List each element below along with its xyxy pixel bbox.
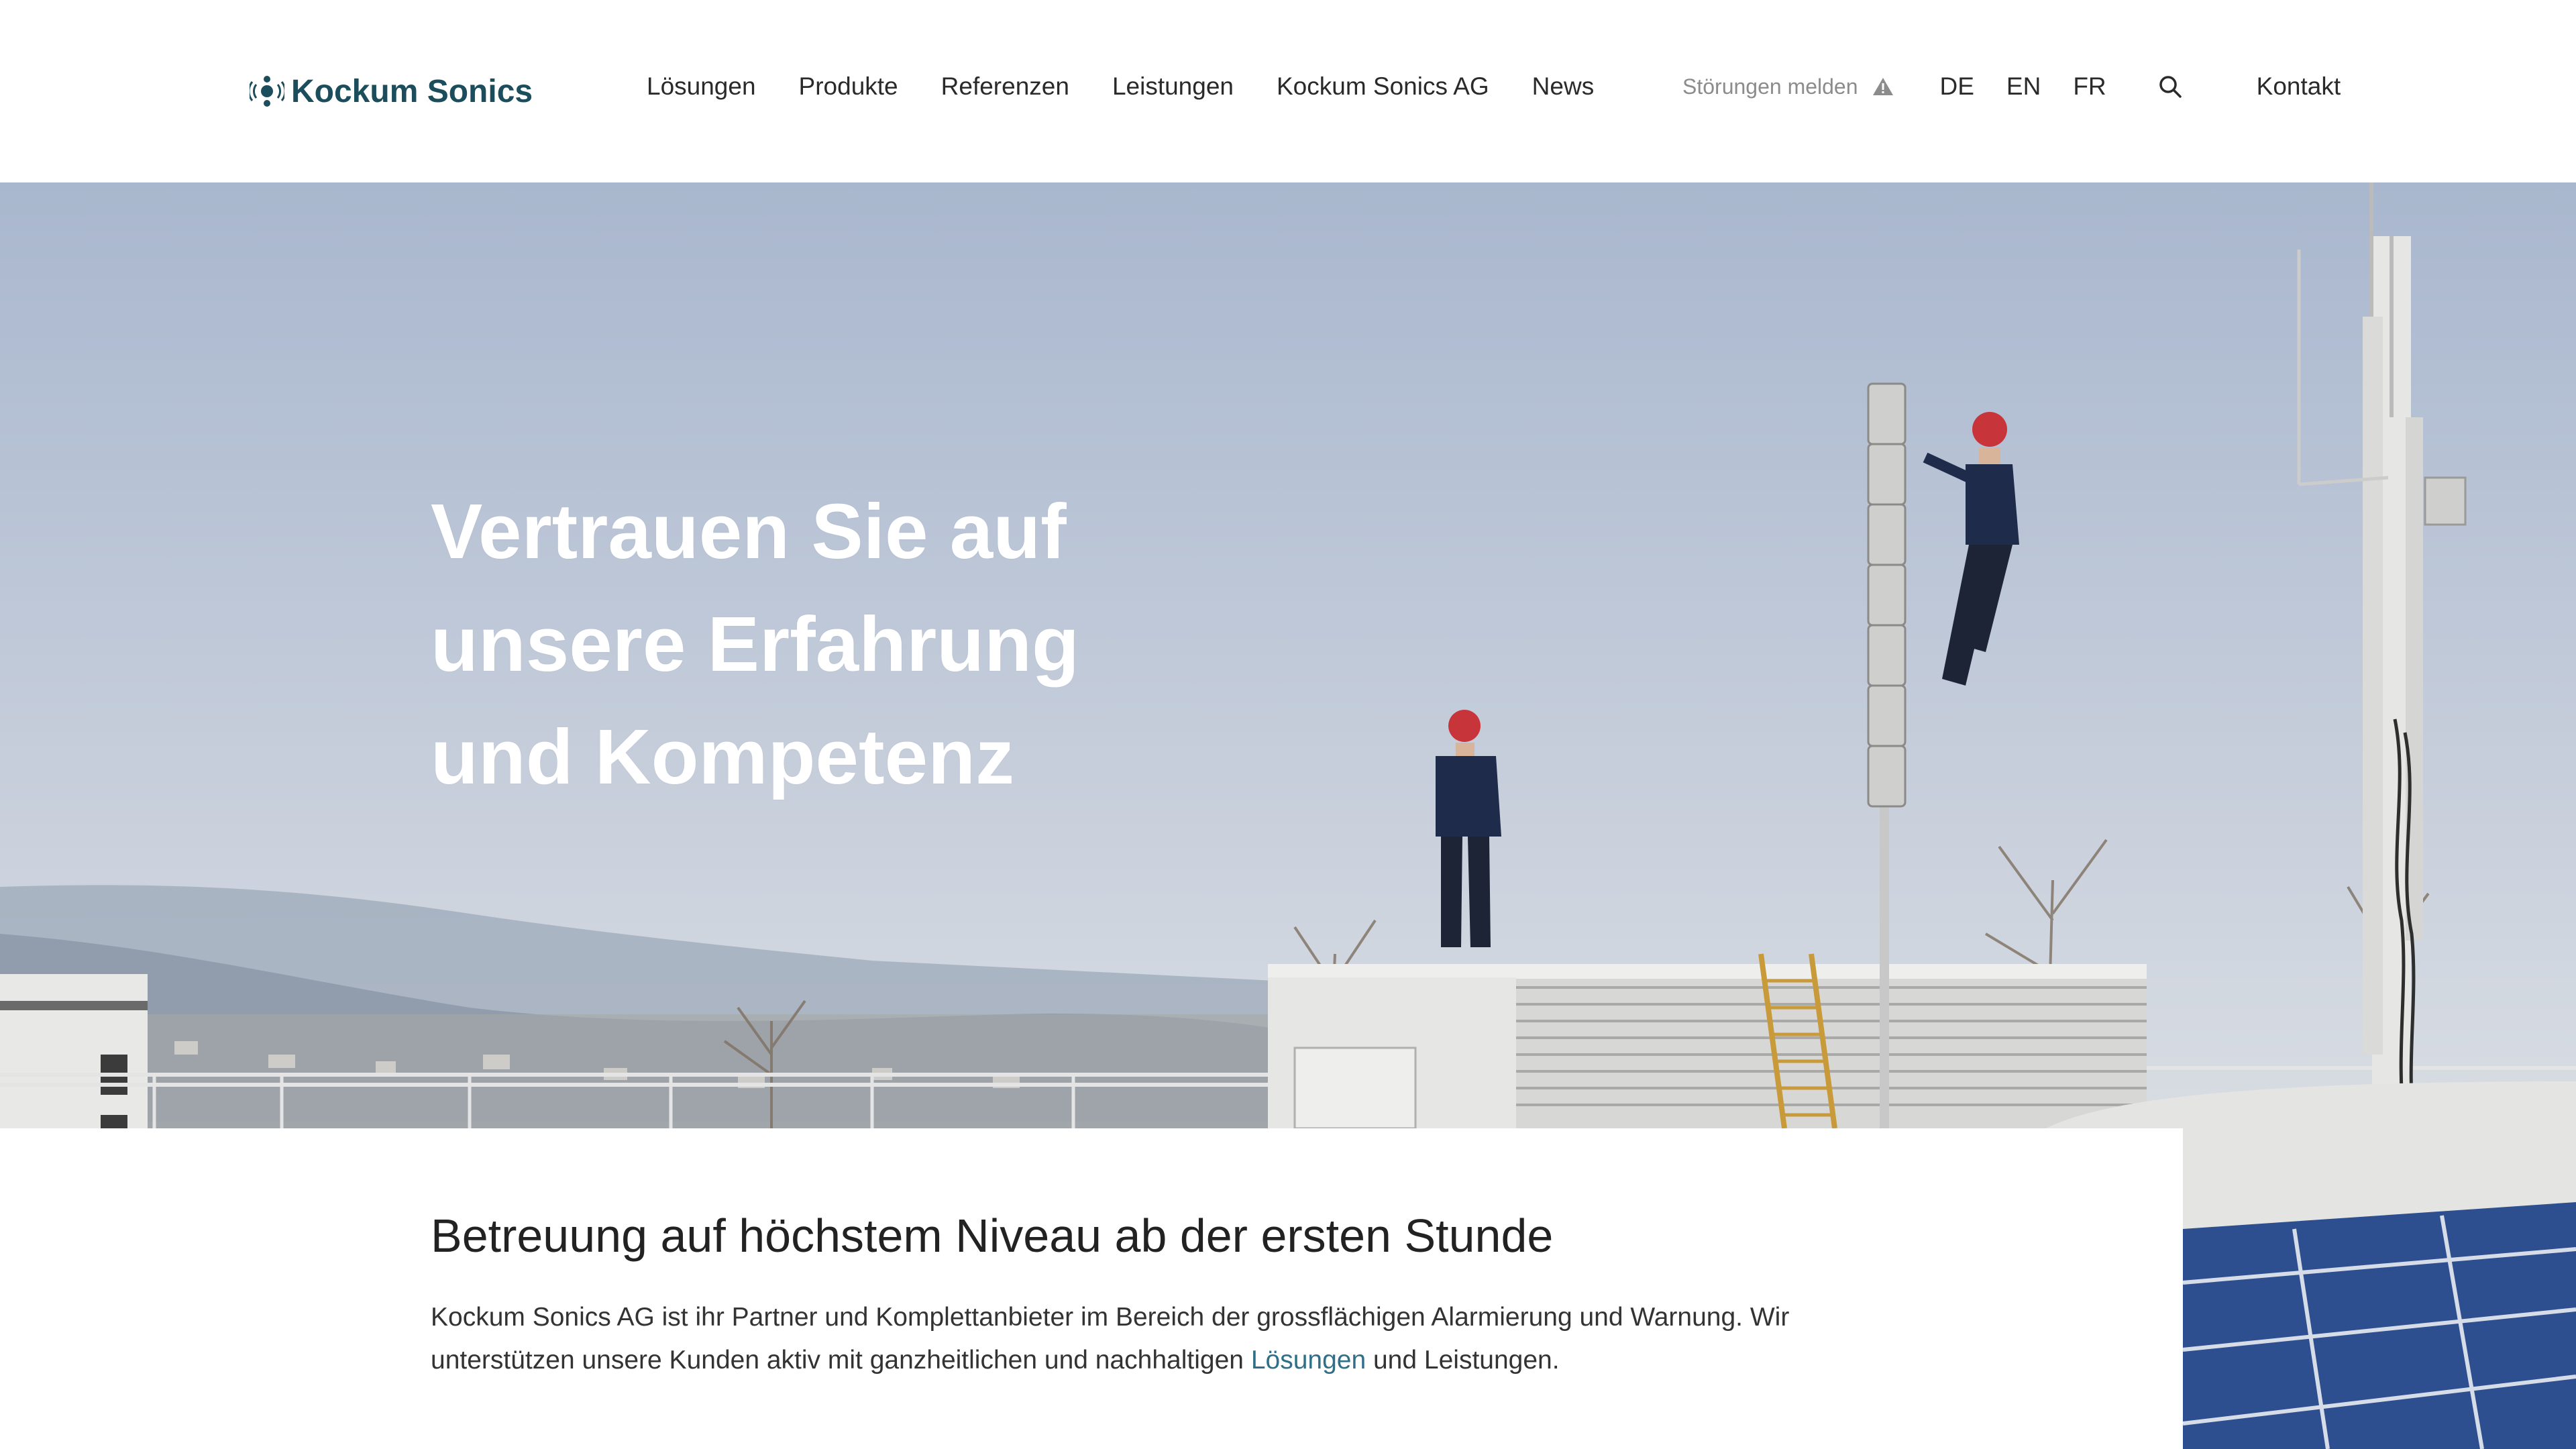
hero-title: Vertrauen Sie auf unsere Erfahrung und K…	[431, 475, 1303, 813]
header-meta: Störungen melden DE EN FR Kontakt	[1682, 72, 2341, 101]
site-header: Kockum Sonics Lösungen Produkte Referenz…	[0, 0, 2576, 182]
nav-item-news[interactable]: News	[1532, 72, 1595, 101]
hero-title-line-3: und Kompetenz	[431, 713, 1014, 800]
logo[interactable]: Kockum Sonics	[250, 70, 533, 113]
report-fault-link[interactable]: Störungen melden	[1682, 74, 1894, 99]
intro-text-end: und Leistungen.	[1366, 1346, 1560, 1375]
warning-icon	[1872, 78, 1893, 95]
intro-text: Kockum Sonics AG ist ihr Partner und Kom…	[431, 1296, 1907, 1382]
nav-item-kockum-sonics-ag[interactable]: Kockum Sonics AG	[1277, 72, 1489, 101]
logo-text: Kockum Sonics	[291, 73, 533, 109]
language-switcher: DE EN FR	[1940, 72, 2106, 101]
intro-heading: Betreuung auf höchstem Niveau ab der ers…	[431, 1210, 1554, 1262]
intro-section: Betreuung auf höchstem Niveau ab der ers…	[0, 1128, 2183, 1449]
nav-item-produkte[interactable]: Produkte	[799, 72, 898, 101]
nav-item-leistungen[interactable]: Leistungen	[1112, 72, 1234, 101]
lang-en[interactable]: EN	[2006, 72, 2041, 101]
main-nav: Lösungen Produkte Referenzen Leistungen …	[647, 72, 1594, 101]
nav-item-referenzen[interactable]: Referenzen	[941, 72, 1069, 101]
contact-link[interactable]: Kontakt	[2257, 72, 2341, 101]
nav-item-loesungen[interactable]: Lösungen	[647, 72, 756, 101]
loesungen-link[interactable]: Lösungen	[1251, 1346, 1366, 1375]
lang-fr[interactable]: FR	[2073, 72, 2106, 101]
search-icon[interactable]	[2157, 74, 2183, 99]
report-fault-label: Störungen melden	[1682, 74, 1858, 99]
lang-de[interactable]: DE	[1940, 72, 1974, 101]
logo-icon	[250, 76, 284, 107]
intro-text-start: Kockum Sonics AG ist ihr Partner und Kom…	[431, 1303, 1790, 1375]
hero-title-line-1: Vertrauen Sie auf	[431, 488, 1067, 575]
hero-title-line-2: unsere Erfahrung	[431, 600, 1079, 688]
